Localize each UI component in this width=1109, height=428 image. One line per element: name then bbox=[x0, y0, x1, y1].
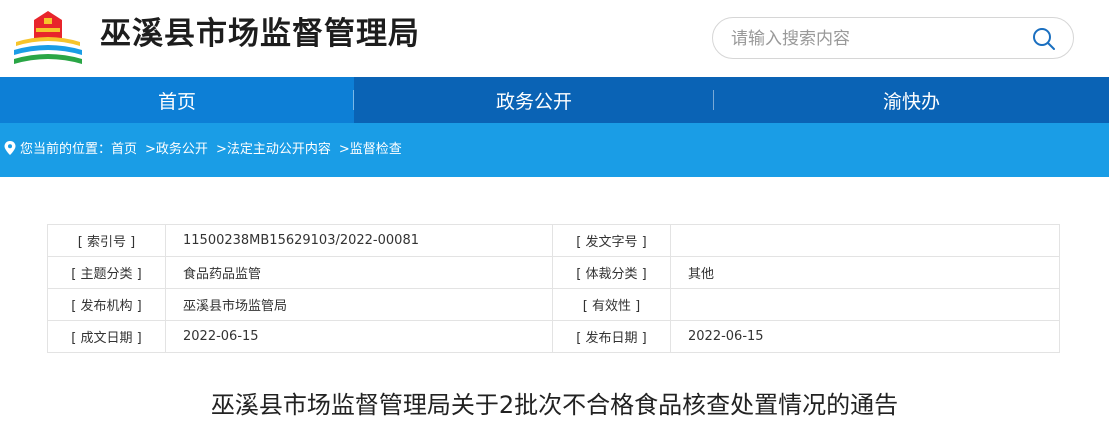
nav-item-label: 渝快办 bbox=[882, 90, 940, 113]
document-title: 巫溪县市场监督管理局关于2批次不合格食品核查处置情况的通告 bbox=[210, 391, 899, 419]
breadcrumb-home[interactable]: 首页 bbox=[111, 138, 137, 157]
site-logo[interactable] bbox=[12, 8, 84, 66]
nav-item-yukuaiban[interactable]: 渝快办 bbox=[714, 77, 1109, 123]
nav-item-label: 首页 bbox=[157, 90, 196, 113]
main-nav: 首页 政务公开 渝快办 bbox=[0, 77, 1109, 123]
meta-value: 2022-06-15 bbox=[165, 320, 553, 353]
meta-label: [ 发布机构 ] bbox=[47, 288, 166, 321]
breadcrumb-supervision[interactable]: >监督检查 bbox=[339, 138, 402, 157]
breadcrumb-gov-affairs[interactable]: >政务公开 bbox=[145, 138, 208, 157]
meta-value bbox=[670, 224, 1060, 257]
table-row: [ 索引号 ] 11500238MB15629103/2022-00081 [ … bbox=[47, 224, 1060, 257]
breadcrumb: 您当前的位置： 首页 >政务公开 >法定主动公开内容 >监督检查 bbox=[4, 138, 402, 157]
table-row: [ 发布机构 ] 巫溪县市场监管局 [ 有效性 ] bbox=[47, 288, 1060, 321]
header: 巫溪县市场监督管理局 bbox=[0, 0, 1109, 77]
meta-label: [ 成文日期 ] bbox=[47, 320, 166, 353]
meta-value: 2022-06-15 bbox=[670, 320, 1060, 353]
nav-item-label: 政务公开 bbox=[495, 90, 572, 113]
meta-label: [ 主题分类 ] bbox=[47, 256, 166, 289]
nav-item-gov-affairs[interactable]: 政务公开 bbox=[354, 77, 714, 123]
meta-label: [ 发文字号 ] bbox=[552, 224, 671, 257]
meta-value: 巫溪县市场监管局 bbox=[165, 288, 553, 321]
meta-label: [ 有效性 ] bbox=[552, 288, 671, 321]
search-icon[interactable] bbox=[1031, 26, 1057, 52]
document-meta-table: [ 索引号 ] 11500238MB15629103/2022-00081 [ … bbox=[47, 224, 1060, 353]
search-box bbox=[712, 17, 1074, 59]
meta-label: [ 索引号 ] bbox=[47, 224, 166, 257]
table-row: [ 成文日期 ] 2022-06-15 [ 发布日期 ] 2022-06-15 bbox=[47, 320, 1060, 353]
location-pin-icon bbox=[4, 140, 16, 155]
meta-label: [ 发布日期 ] bbox=[552, 320, 671, 353]
meta-value: 其他 bbox=[670, 256, 1060, 289]
table-row: [ 主题分类 ] 食品药品监管 [ 体裁分类 ] 其他 bbox=[47, 256, 1060, 289]
meta-value bbox=[670, 288, 1060, 321]
meta-value: 食品药品监管 bbox=[165, 256, 553, 289]
meta-value: 11500238MB15629103/2022-00081 bbox=[165, 224, 553, 257]
site-title: 巫溪县市场监督管理局 bbox=[100, 16, 420, 52]
breadcrumb-bar: 您当前的位置： 首页 >政务公开 >法定主动公开内容 >监督检查 bbox=[0, 123, 1109, 177]
breadcrumb-prefix: 您当前的位置： bbox=[20, 142, 112, 157]
nav-item-home[interactable]: 首页 bbox=[0, 77, 354, 123]
meta-label: [ 体裁分类 ] bbox=[552, 256, 671, 289]
search-input[interactable] bbox=[731, 26, 1021, 52]
breadcrumb-statutory-content[interactable]: >法定主动公开内容 bbox=[216, 138, 331, 157]
